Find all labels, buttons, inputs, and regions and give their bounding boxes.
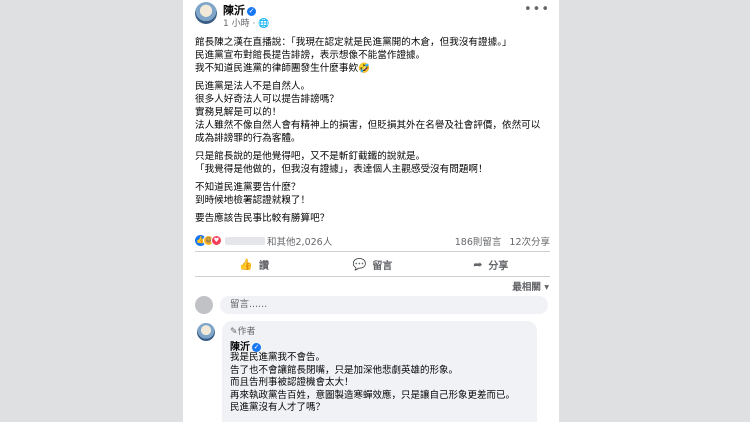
share-label: 分享 [488, 260, 509, 272]
blurred-names [225, 237, 265, 245]
body-line: 到時候地檢署認證就糗了！ [195, 195, 311, 206]
author-badge: ✎作者 [230, 327, 256, 337]
comment-icon: 💬 [352, 257, 367, 271]
share-icon: ➦ [473, 257, 483, 271]
commenter-avatar[interactable] [197, 323, 215, 341]
comment-line: 民進黨沒有人才了嗎？ [230, 402, 326, 414]
post-time[interactable]: 1 小時 [223, 19, 250, 29]
comment-count[interactable]: 186則留言 [455, 237, 502, 248]
divider [195, 276, 550, 277]
body-line: 要告應該告民事比較有勝算吧？ [195, 213, 330, 224]
reactions-bar: 👍 😆 ♥ 和其他2,026人 186則留言 12次分享 [195, 233, 550, 249]
comment-bubble: ✎作者 陳沂 ✓ 我是民進黨我不會告。 告了也不會讓館長閉嘴，只是加深他悲劇英雄的… [222, 321, 537, 422]
viewer-avatar [195, 296, 213, 314]
comment-input[interactable]: 留言...... [220, 296, 548, 314]
sort-label: 最相關 [512, 282, 541, 293]
comment-composer: 留言...... [195, 296, 550, 316]
body-line: 只是館長說的是他覺得吧，又不是斬釘截鐵的說就是。 [195, 151, 426, 162]
body-line: 成為誹謗罪的行為客體。 [195, 133, 301, 144]
comment-line: 而且告刑事被認證機會太大！ [230, 377, 354, 389]
chevron-down-icon: ▾ [544, 282, 549, 293]
love-reaction-icon: ♥ [211, 235, 222, 246]
comment-line: 我是民進黨我不會告。 [230, 352, 326, 363]
share-count[interactable]: 12次分享 [509, 237, 550, 248]
verified-icon: ✓ [247, 7, 256, 16]
body-line: 實務見解是可以的！ [195, 107, 282, 118]
body-line: 「我覺得是他做的，但我沒有證據」，表達個人主觀感受沒有問題啊！ [195, 164, 488, 175]
commenter-name-row: 陳沂 ✓ [230, 338, 261, 353]
body-line: 不知道民進黨要告什麼？ [195, 182, 301, 193]
comment-line: 告了也不會讓館長閉嘴，只是加深他悲劇英雄的形象。 [230, 364, 459, 376]
facebook-post: 陳沂 ✓ 1 小時 · 🌐 ••• 館長陳之漢在直播說：「我現在認定就是民進黨開的… [183, 0, 559, 422]
divider [195, 251, 550, 252]
body-line: 我不知道民進黨的律師團發生什麼事欸🤣 [195, 63, 371, 74]
body-line: 館長陳之漢在直播說：「我現在認定就是民進黨開的木倉，但我沒有證據。」 [195, 37, 512, 48]
share-button[interactable]: ➦ 分享 [432, 254, 550, 274]
comment-label: 留言 [372, 260, 393, 272]
like-icon: 👍 [239, 257, 254, 271]
body-line: 法人雖然不像自然人會有精神上的損害，但貶損其外在名譽及社會評價，依然可以 [195, 120, 541, 131]
like-label: 讚 [259, 260, 270, 272]
like-button[interactable]: 👍 讚 [195, 254, 313, 274]
reaction-icons[interactable]: 👍 😆 ♥ [195, 235, 222, 247]
action-bar: 👍 讚 💬 留言 ➦ 分享 [195, 254, 550, 274]
body-line: 民進黨宣布對館長提告誹謗，表示想像不能當作證據。 [195, 50, 426, 61]
globe-icon: 🌐 [258, 19, 270, 29]
more-options-icon[interactable]: ••• [524, 2, 550, 17]
comment-text: 我是民進黨我不會告。 告了也不會讓館長閉嘴，只是加深他悲劇英雄的形象。 而且告刑… [230, 352, 530, 415]
post-header: 陳沂 ✓ 1 小時 · 🌐 ••• [195, 2, 550, 30]
comment-button[interactable]: 💬 留言 [313, 254, 431, 274]
author-avatar[interactable] [195, 2, 217, 24]
body-line: 很多人好奇法人可以提告誹謗嗎？ [195, 94, 339, 105]
reaction-summary[interactable]: 和其他2,026人 [267, 234, 332, 248]
post-body: 館長陳之漢在直播說：「我現在認定就是民進黨開的木倉，但我沒有證據。」 民進黨宣布… [195, 36, 550, 225]
comment-line: 再來執政黨告百姓，意圖製造寒蟬效應，只是讓自己形象更差而已。 [230, 389, 516, 401]
comment-sort-dropdown[interactable]: 最相關 ▾ [512, 279, 549, 293]
body-line: 民進黨是法人不是自然人。 [195, 81, 311, 92]
verified-icon: ✓ [252, 343, 261, 352]
post-stats: 186則留言 12次分享 [447, 234, 550, 248]
post-meta: 1 小時 · 🌐 [223, 19, 270, 29]
